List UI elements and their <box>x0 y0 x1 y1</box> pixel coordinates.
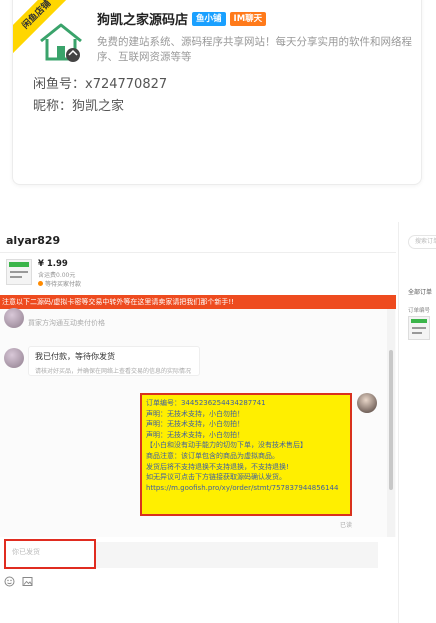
order-line: 声明：无技术支持，小白勿拍！ <box>146 409 244 418</box>
avatar[interactable] <box>4 308 24 328</box>
input-area[interactable] <box>96 542 378 568</box>
shop-description: 免费的建站系统、源码程序共享网站！每天分享实用的软件和网络程序、互联网资源等等 <box>97 36 412 63</box>
message-input[interactable]: 你已发货 <box>4 539 96 569</box>
shop-card: 闲鱼店铺 狗凯之家源码店 鱼小铺 IM聊天 免费的建站系统、源码程序共享网站！每… <box>12 0 422 185</box>
shop-name-row: 狗凯之家源码店 鱼小铺 IM聊天 <box>97 9 267 28</box>
item-status: 等待买家付款 <box>38 279 81 288</box>
shop-nickname: 昵称：狗凯之家 <box>33 99 125 114</box>
house-logo-icon <box>40 23 82 62</box>
order-line: 【小白和没有动手能力的切勿下单，没有技术售后】 <box>146 441 307 450</box>
buyer-message-bubble: 我已付款，等待你发货 请核对好买品，并确保在网络上查看交易的信息的实际情况 <box>28 346 200 376</box>
header-divider <box>0 252 396 253</box>
xianyu-id: 闲鱼号：x724770827 <box>33 77 168 92</box>
order-line: 订单编号：3445236254434287741 <box>146 399 266 407</box>
order-message-bubble: 订单编号：3445236254434287741 声明：无技术支持，小白勿拍！ … <box>140 393 352 516</box>
order-line: 声明：无技术支持，小白勿拍！ <box>146 430 244 439</box>
tag-im-chat: IM聊天 <box>229 11 267 26</box>
image-icon[interactable] <box>22 576 33 587</box>
item-thumbnail[interactable] <box>6 259 32 285</box>
order-line: 发货后将不支持退换不支持退换，不支持退换! <box>146 462 289 471</box>
item-price: ¥ 1.99 <box>38 259 68 269</box>
order-link[interactable]: https://m.goofish.pro/xy/order/stmt/7578… <box>146 483 346 494</box>
order-search-input[interactable]: 搜索订单 <box>408 235 436 249</box>
buyer-message-subtitle: 请核对好买品，并确保在网络上查看交易的信息的实际情况 <box>35 368 192 375</box>
emoji-icon[interactable] <box>4 576 15 587</box>
order-number-label: 订单编号 <box>408 308 431 314</box>
item-shipping: 含运费0.00元 <box>38 272 76 279</box>
shop-name: 狗凯之家源码店 <box>97 13 189 28</box>
all-orders-tab[interactable]: 全部订单 <box>408 287 432 296</box>
seller-avatar[interactable] <box>357 393 377 413</box>
input-placeholder: 你已发货 <box>12 548 40 556</box>
tag-yu-xiaopu: 鱼小铺 <box>192 11 226 26</box>
system-message: 買家方沟通互动卖付价格 <box>28 319 105 327</box>
chat-username[interactable]: alyar829 <box>6 234 60 247</box>
item-status-text: 等待买家付款 <box>45 281 82 288</box>
order-line: 如无异议可点击下方链接获取源码确认发货。 <box>146 473 286 482</box>
status-dot-icon <box>38 281 43 286</box>
right-panel <box>398 222 436 623</box>
order-line: 商品注意：该订单包含的商品为虚拟商品。 <box>146 451 279 460</box>
buyer-message-title: 我已付款，等待你发货 <box>35 352 115 361</box>
buyer-avatar[interactable] <box>4 348 24 368</box>
scrollbar-thumb[interactable] <box>389 350 393 490</box>
notice-bar: 注意以下二源码/虚拟卡密等交易中转外等在这里请卖家请把我们那个新手!! <box>0 295 396 309</box>
read-mark: 已读 <box>340 522 353 529</box>
order-line: 声明：无技术支持，小白勿拍！ <box>146 420 244 429</box>
order-item-thumbnail[interactable] <box>408 316 430 340</box>
